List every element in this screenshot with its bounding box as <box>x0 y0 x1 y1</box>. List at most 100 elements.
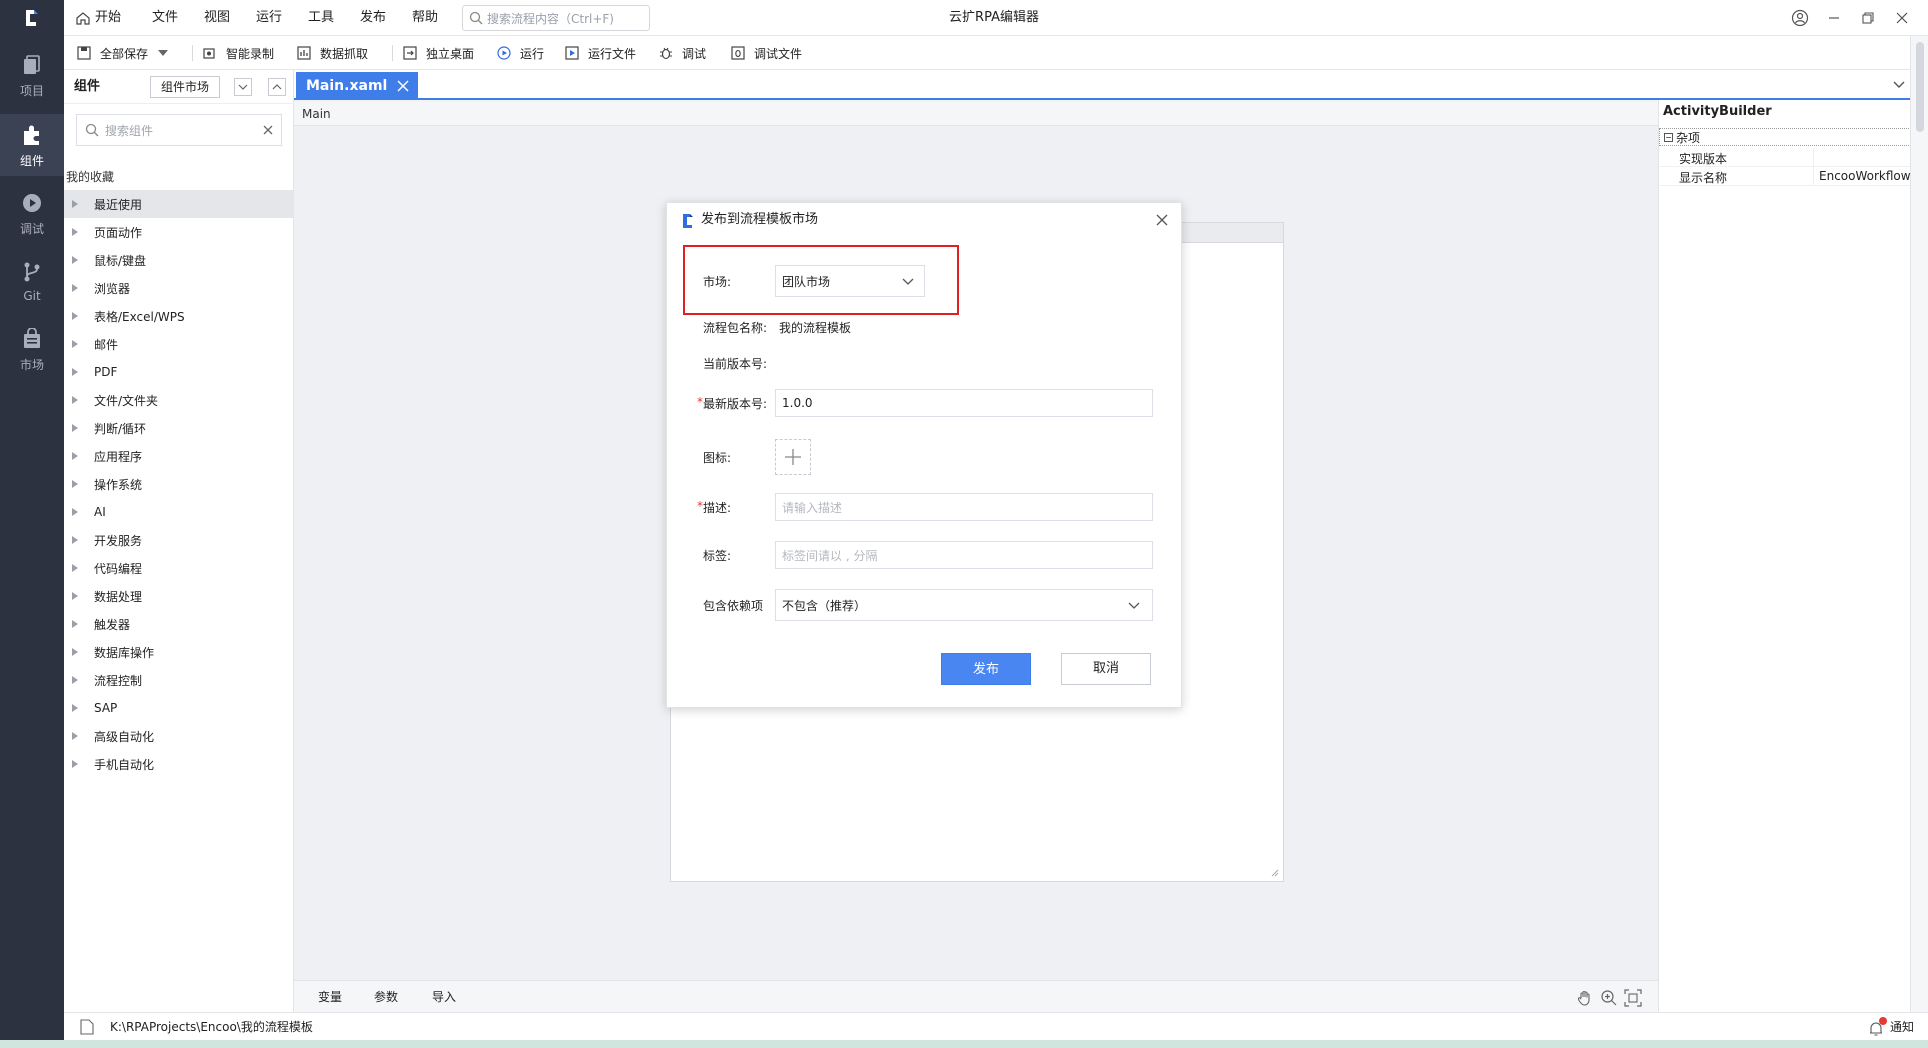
restore-icon[interactable] <box>1858 8 1878 28</box>
category-row[interactable]: 高级自动化 <box>64 722 294 750</box>
cancel-button[interactable]: 取消 <box>1061 653 1151 685</box>
collapse-all-icon[interactable] <box>268 78 286 96</box>
save-all-button[interactable]: 全部保存 <box>76 36 169 70</box>
expand-arrow-icon[interactable] <box>72 424 78 432</box>
tab-arguments[interactable]: 参数 <box>374 981 398 1013</box>
publish-button[interactable]: 发布 <box>941 653 1031 685</box>
category-row[interactable]: AI <box>64 498 294 526</box>
close-icon[interactable] <box>1155 213 1169 227</box>
expand-arrow-icon[interactable] <box>72 648 78 656</box>
category-row[interactable]: 判断/循环 <box>64 414 294 442</box>
category-row[interactable]: 浏览器 <box>64 274 294 302</box>
category-row[interactable]: 触发器 <box>64 610 294 638</box>
category-row[interactable]: 应用程序 <box>64 442 294 470</box>
menu-help[interactable]: 帮助 <box>412 0 438 36</box>
expand-arrow-icon[interactable] <box>72 704 78 712</box>
caret-down-icon[interactable] <box>158 50 169 56</box>
expand-arrow-icon[interactable] <box>72 340 78 348</box>
category-row[interactable]: 邮件 <box>64 330 294 358</box>
category-row[interactable]: 操作系统 <box>64 470 294 498</box>
minimize-icon[interactable] <box>1824 8 1844 28</box>
expand-arrow-icon[interactable] <box>72 368 78 376</box>
expand-arrow-icon[interactable] <box>72 676 78 684</box>
menu-file[interactable]: 文件 <box>152 0 178 36</box>
menu-view[interactable]: 视图 <box>204 0 230 36</box>
expand-arrow-icon[interactable] <box>72 452 78 460</box>
smart-record-button[interactable]: 智能录制 <box>202 36 274 70</box>
category-row[interactable]: 数据库操作 <box>64 638 294 666</box>
expand-arrow-icon[interactable] <box>72 760 78 768</box>
category-row[interactable]: 鼠标/键盘 <box>64 246 294 274</box>
dependencies-select[interactable]: 不包含（推荐） <box>775 589 1153 621</box>
expand-arrow-icon[interactable] <box>72 200 78 208</box>
expand-arrow-icon[interactable] <box>72 536 78 544</box>
activity-item-git[interactable]: Git <box>0 250 64 312</box>
activity-item-debug[interactable]: 调试 <box>0 182 64 244</box>
expand-arrow-icon[interactable] <box>72 732 78 740</box>
activity-item-project[interactable]: 项目 <box>0 44 64 106</box>
expand-arrow-icon[interactable] <box>72 396 78 404</box>
category-row[interactable]: 最近使用 <box>64 190 294 218</box>
close-tab-icon[interactable] <box>396 79 410 93</box>
fit-screen-icon[interactable] <box>1624 989 1642 1007</box>
expand-arrow-icon[interactable] <box>72 228 78 236</box>
category-row[interactable]: 手机自动化 <box>64 750 294 778</box>
clear-icon[interactable] <box>261 123 275 137</box>
notification-button[interactable]: 通知 <box>1868 1013 1914 1041</box>
zoom-in-icon[interactable] <box>1600 989 1618 1007</box>
global-search-input[interactable]: 搜索流程内容（Ctrl+F) <box>462 5 650 31</box>
standalone-desktop-button[interactable]: 独立桌面 <box>402 36 474 70</box>
property-row[interactable]: 实现版本 <box>1659 148 1911 167</box>
new-version-input[interactable]: 1.0.0 <box>775 389 1153 417</box>
expand-arrow-icon[interactable] <box>72 256 78 264</box>
run-button[interactable]: 运行 <box>496 36 544 70</box>
menu-start[interactable]: 开始 <box>76 0 121 36</box>
debug-file-button[interactable]: 调试文件 <box>730 36 802 70</box>
category-row[interactable]: 文件/文件夹 <box>64 386 294 414</box>
expand-arrow-icon[interactable] <box>72 564 78 572</box>
expand-arrow-icon[interactable] <box>72 592 78 600</box>
properties-category[interactable]: − 杂项 <box>1659 128 1911 146</box>
category-row[interactable]: 页面动作 <box>64 218 294 246</box>
category-row[interactable]: 流程控制 <box>64 666 294 694</box>
property-row[interactable]: 显示名称 EncooWorkflow <box>1659 167 1911 186</box>
tab-variables[interactable]: 变量 <box>318 981 342 1013</box>
menu-run[interactable]: 运行 <box>256 0 282 36</box>
debug-button[interactable]: 调试 <box>658 36 706 70</box>
component-market-button[interactable]: 组件市场 <box>150 76 220 98</box>
category-row[interactable]: 表格/Excel/WPS <box>64 302 294 330</box>
expand-all-icon[interactable] <box>234 78 252 96</box>
user-account-icon[interactable] <box>1790 8 1810 28</box>
category-row[interactable]: 开发服务 <box>64 526 294 554</box>
tab-main-xaml[interactable]: Main.xaml <box>296 72 418 100</box>
activity-item-components[interactable]: 组件 <box>0 114 64 176</box>
menu-publish[interactable]: 发布 <box>360 0 386 36</box>
expand-arrow-icon[interactable] <box>72 620 78 628</box>
expand-arrow-icon[interactable] <box>72 480 78 488</box>
market-select[interactable]: 团队市场 <box>775 265 925 297</box>
menu-tools[interactable]: 工具 <box>308 0 334 36</box>
category-row[interactable]: 数据处理 <box>64 582 294 610</box>
icon-upload-button[interactable] <box>775 439 811 475</box>
right-scrollbar[interactable] <box>1910 36 1928 1012</box>
expand-arrow-icon[interactable] <box>72 508 78 516</box>
resize-grip-icon[interactable] <box>1269 867 1279 877</box>
scrollbar-thumb[interactable] <box>1916 42 1924 132</box>
tags-input[interactable]: 标签间请以 , 分隔 <box>775 541 1153 569</box>
category-row[interactable]: 代码编程 <box>64 554 294 582</box>
collapse-category-icon[interactable]: − <box>1664 133 1673 142</box>
tab-imports[interactable]: 导入 <box>432 981 456 1013</box>
category-row[interactable]: PDF <box>64 358 294 386</box>
expand-arrow-icon[interactable] <box>72 284 78 292</box>
chevron-down-icon[interactable] <box>1892 78 1906 92</box>
expand-arrow-icon[interactable] <box>72 312 78 320</box>
property-value[interactable]: EncooWorkflow <box>1819 169 1911 183</box>
run-file-button[interactable]: 运行文件 <box>564 36 636 70</box>
description-input[interactable]: 请输入描述 <box>775 493 1153 521</box>
hand-pan-icon[interactable] <box>1576 989 1594 1007</box>
activity-item-market[interactable]: 市场 <box>0 318 64 380</box>
data-capture-button[interactable]: 数据抓取 <box>296 36 368 70</box>
component-search-input[interactable]: 搜索组件 <box>76 114 282 146</box>
category-row[interactable]: SAP <box>64 694 294 722</box>
close-window-icon[interactable] <box>1892 8 1912 28</box>
